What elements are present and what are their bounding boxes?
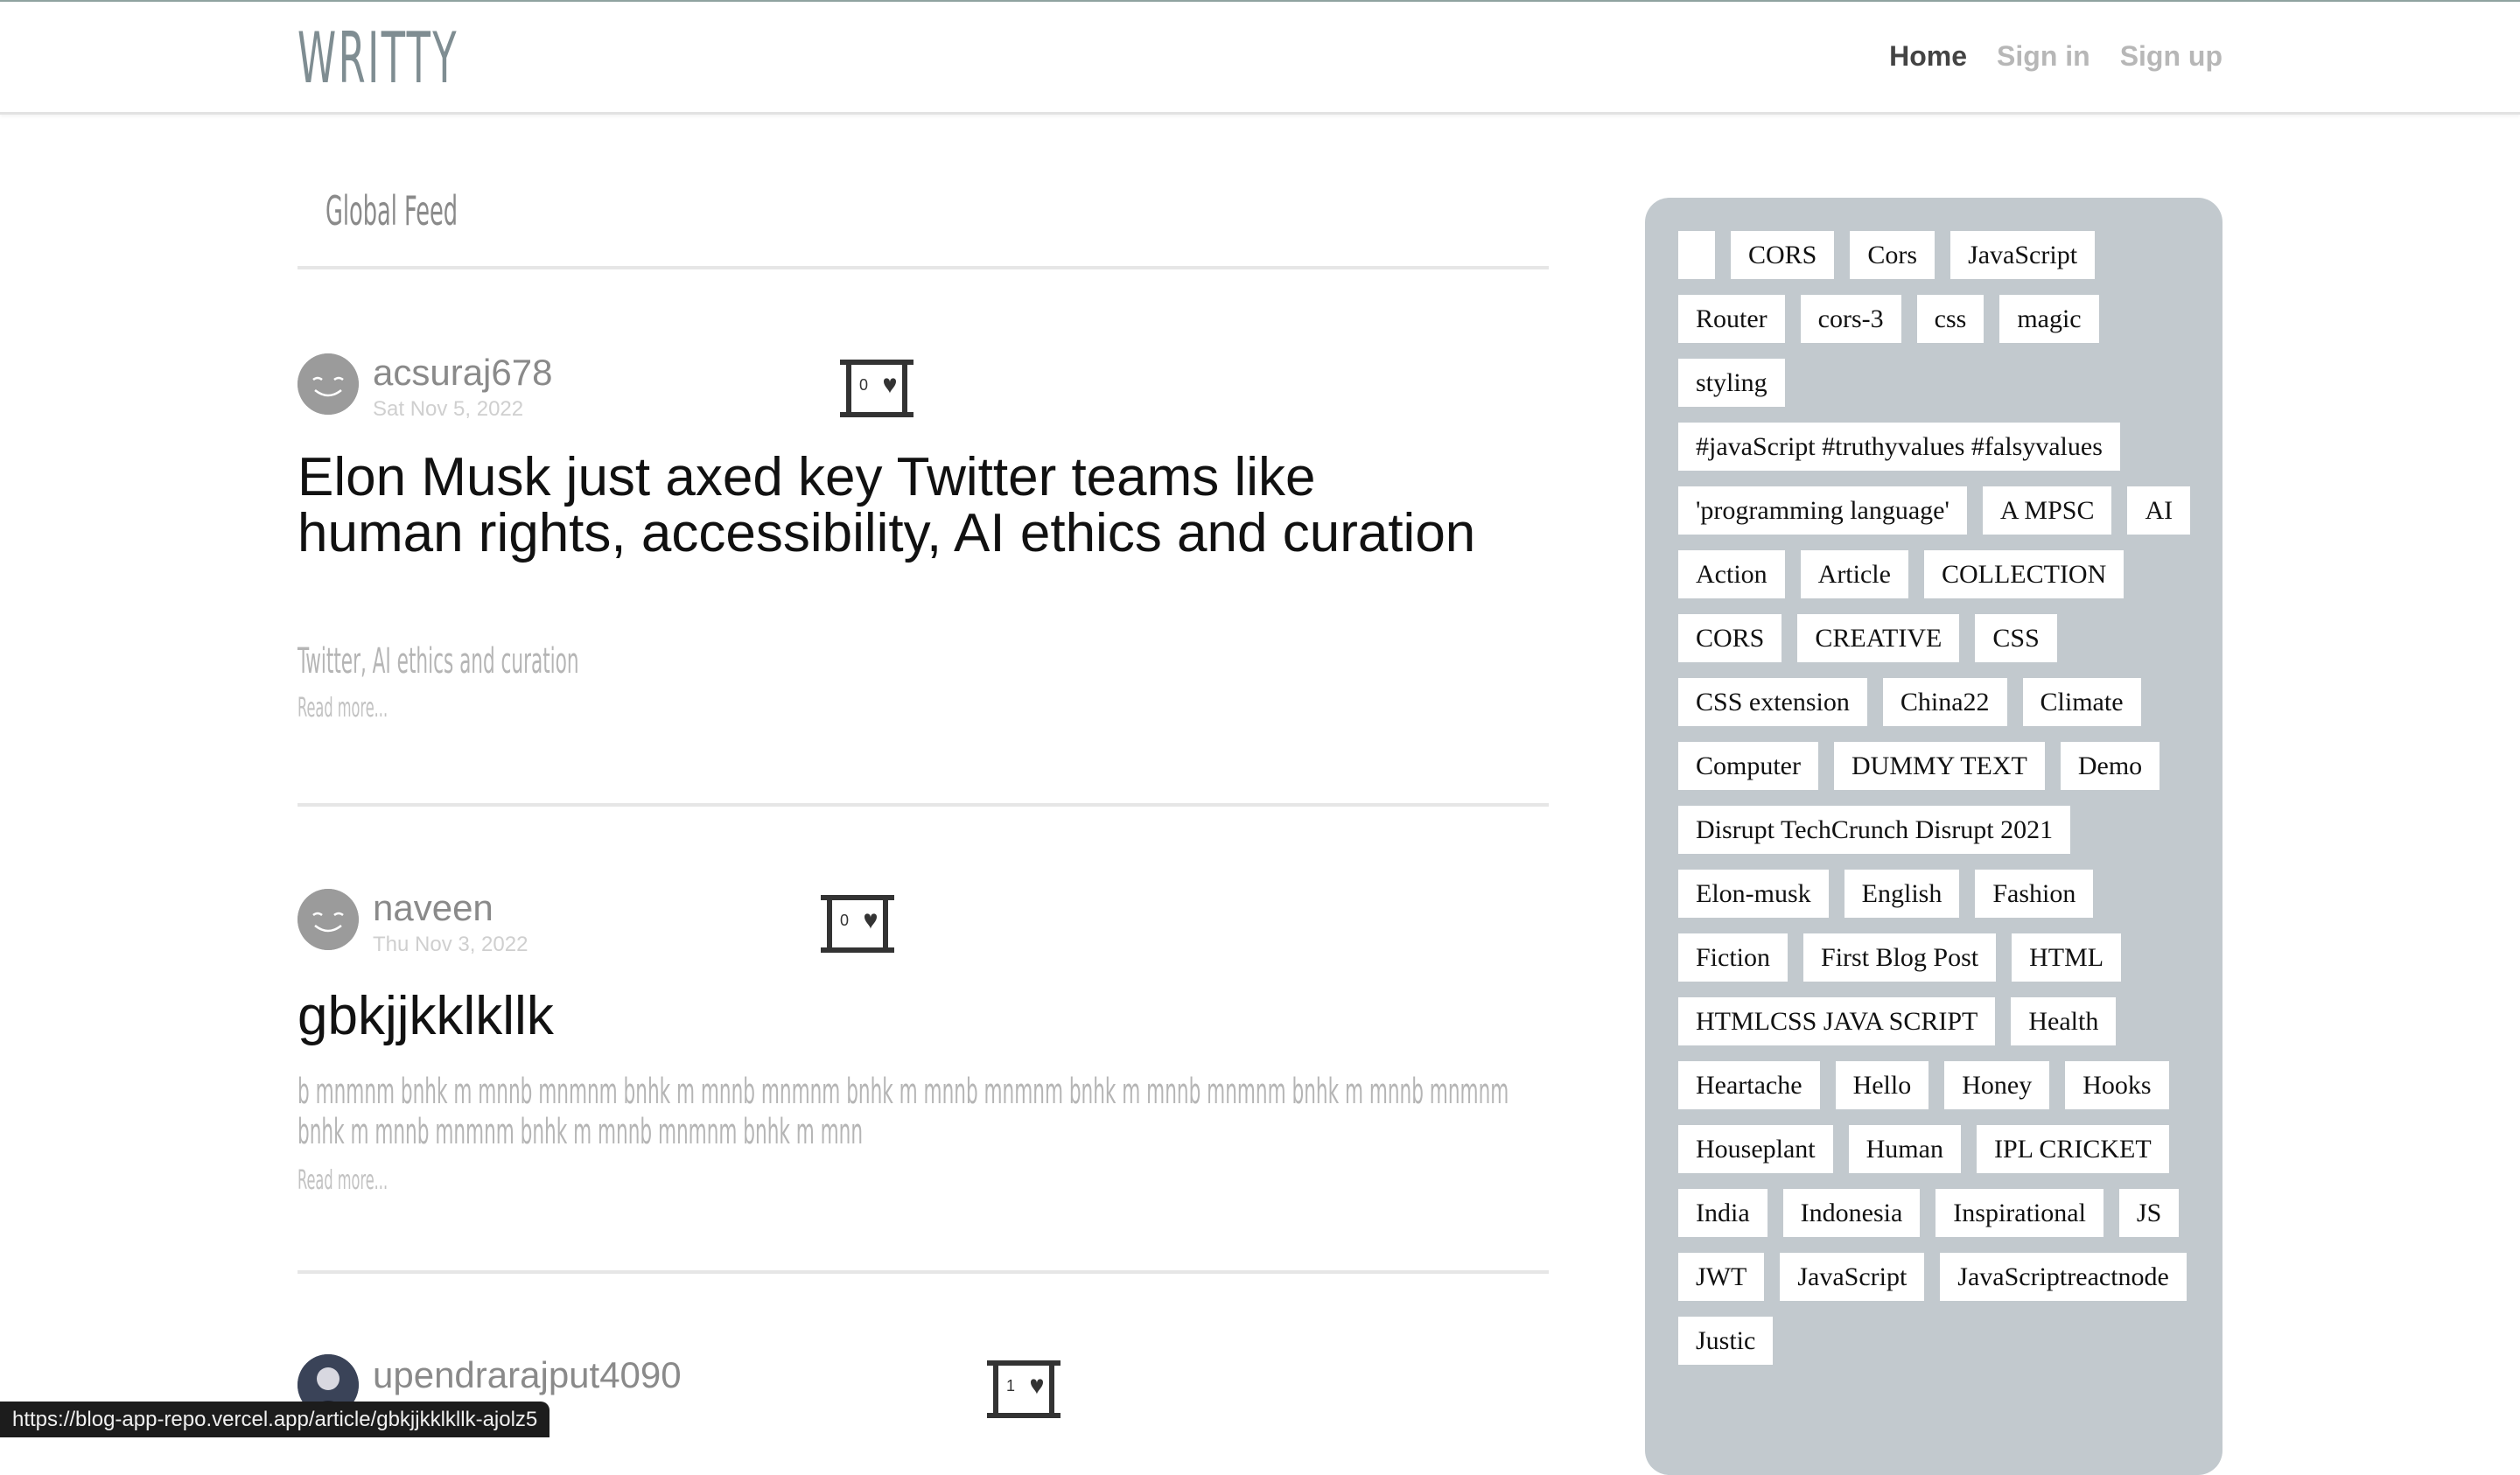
tag-pill[interactable]: Justic — [1678, 1317, 1774, 1365]
tag-pill[interactable]: A MPSC — [1982, 486, 2112, 535]
status-bar-url: https://blog-app-repo.vercel.app/article… — [0, 1402, 550, 1437]
article-description-line2: bnhk m mnnb mnmnm bnhk m mnnb mnmnm bnhk… — [298, 1112, 864, 1152]
like-count: 0 — [840, 912, 850, 929]
tag-pill[interactable]: Cors — [1850, 231, 1936, 279]
tag-pill[interactable]: CREATIVE — [1797, 614, 1960, 662]
article-description-line1: b mnmnm bnhk m mnnb mnmnm bnhk m mnnb mn… — [298, 1072, 1509, 1112]
tag-pill[interactable]: JS — [2118, 1189, 2180, 1237]
tag-pill[interactable]: Inspirational — [1936, 1189, 2104, 1237]
nav-home-link[interactable]: Home — [1889, 40, 1967, 73]
feed-column: Global Feed acsuraj678 Sat Nov 5, 2022 0… — [298, 175, 1549, 1449]
tag-pill[interactable]: English — [1844, 870, 1960, 918]
tag-pill[interactable]: Hello — [1835, 1061, 1929, 1109]
tag-pill[interactable]: IPL CRICKET — [1976, 1125, 2169, 1173]
navbar: WRITTY Home Sign in Sign up — [0, 2, 2520, 115]
tag-pill[interactable]: JWT — [1678, 1253, 1765, 1301]
heart-frame-icon — [987, 1360, 1060, 1418]
tag-pill[interactable]: CORS — [1678, 614, 1782, 662]
tag-pill[interactable]: Demo — [2060, 742, 2160, 790]
tag-pill[interactable]: AI — [2127, 486, 2191, 535]
author-name[interactable]: acsuraj678 — [373, 352, 552, 394]
tag-pill[interactable]: Elon-musk — [1678, 870, 1829, 918]
tag-pill[interactable]: India — [1678, 1189, 1768, 1237]
tag-pill[interactable]: Fiction — [1678, 933, 1788, 982]
tag-pill[interactable]: Climate — [2022, 678, 2141, 726]
tag-pill[interactable]: JavaScript — [1950, 231, 2096, 279]
tag-pill[interactable]: css — [1916, 295, 1984, 343]
avatar[interactable] — [298, 353, 359, 415]
avatar[interactable] — [298, 889, 359, 950]
tag-pill[interactable]: Human — [1848, 1125, 1961, 1173]
favorite-button[interactable]: 0 — [840, 353, 914, 423]
favorite-button[interactable]: 0 — [821, 889, 894, 959]
brand-logo[interactable]: WRITTY — [298, 17, 458, 99]
tag-pill[interactable]: styling — [1678, 359, 1785, 407]
nav-signup-link[interactable]: Sign up — [2120, 40, 2222, 73]
tag-pill[interactable]: #javaScript #truthyvalues #falsyvalues — [1678, 423, 2120, 471]
article-preview: acsuraj678 Sat Nov 5, 2022 0 Elon Musk j… — [298, 269, 1549, 807]
tag-pill[interactable]: Computer — [1678, 742, 1818, 790]
heart-frame-icon — [840, 360, 914, 417]
tag-pill[interactable]: 'programming language' — [1678, 486, 1967, 535]
like-count: 1 — [1006, 1377, 1016, 1395]
tag-pill[interactable]: First Blog Post — [1803, 933, 1997, 982]
article-date: Thu Nov 3, 2022 — [373, 933, 528, 956]
tag-pill[interactable]: DUMMY TEXT — [1834, 742, 2045, 790]
article-preview: naveen Thu Nov 3, 2022 0 gbkjjkklkllk b … — [298, 807, 1549, 1274]
article-title[interactable]: Elon Musk just axed key Twitter teams li… — [298, 450, 1488, 562]
tag-pill[interactable]: Fashion — [1975, 870, 2094, 918]
tag-pill[interactable]: CSS — [1975, 614, 2057, 662]
tab-global-feed[interactable]: Global Feed — [326, 187, 458, 234]
tag-pill[interactable]: cors-3 — [1800, 295, 1901, 343]
tag-pill[interactable]: Hooks — [2065, 1061, 2169, 1109]
author-name[interactable]: naveen — [373, 887, 494, 929]
tag-pill[interactable]: China22 — [1882, 678, 2007, 726]
tag-pill[interactable]: CSS extension — [1678, 678, 1867, 726]
tag-pill[interactable]: Article — [1800, 550, 1908, 598]
smiley-avatar-icon — [298, 353, 359, 415]
tag-pill[interactable]: Indonesia — [1782, 1189, 1921, 1237]
tag-pill[interactable]: Router — [1678, 295, 1785, 343]
tag-pill[interactable]: Heartache — [1678, 1061, 1820, 1109]
smiley-avatar-icon — [298, 889, 359, 950]
tag-pill[interactable]: COLLECTION — [1923, 550, 2124, 598]
tag-pill[interactable]: Health — [2011, 997, 2117, 1045]
tag-pill[interactable] — [1678, 231, 1715, 279]
feed-tabs: Global Feed — [298, 175, 1549, 269]
tag-list: CORS Cors JavaScript Router cors-3 css magic st… — [1678, 231, 2203, 1365]
tag-pill[interactable]: Houseplant — [1678, 1125, 1833, 1173]
article-title[interactable]: gbkjjkklkllk — [298, 989, 1488, 1045]
heart-frame-icon — [821, 895, 894, 953]
article-description: Twitter, AI ethics and curation — [298, 641, 579, 682]
tag-pill[interactable]: Disrupt TechCrunch Disrupt 2021 — [1678, 806, 2071, 854]
tag-pill[interactable]: JavaScriptreactnode — [1940, 1253, 2187, 1301]
tag-pill[interactable]: Honey — [1944, 1061, 2050, 1109]
favorite-button[interactable]: 1 — [987, 1354, 1060, 1424]
tag-pill[interactable]: CORS — [1731, 231, 1835, 279]
tag-pill[interactable]: JavaScript — [1780, 1253, 1925, 1301]
popular-tags-sidebar: CORS Cors JavaScript Router cors-3 css magic st… — [1645, 198, 2222, 1475]
tag-pill[interactable]: HTMLCSS JAVA SCRIPT — [1678, 997, 1996, 1045]
tag-pill[interactable]: HTML — [2012, 933, 2122, 982]
article-date: Sat Nov 5, 2022 — [373, 397, 524, 421]
read-more-link[interactable]: Read more... — [298, 1165, 388, 1196]
read-more-link[interactable]: Read more... — [298, 693, 388, 724]
nav-links: Home Sign in Sign up — [1889, 40, 2222, 73]
tag-pill[interactable]: Action — [1678, 550, 1785, 598]
like-count: 0 — [859, 376, 869, 394]
nav-signin-link[interactable]: Sign in — [1997, 40, 2090, 73]
tag-pill[interactable]: magic — [1999, 295, 2099, 343]
author-name[interactable]: upendrarajput4090 — [373, 1354, 682, 1396]
